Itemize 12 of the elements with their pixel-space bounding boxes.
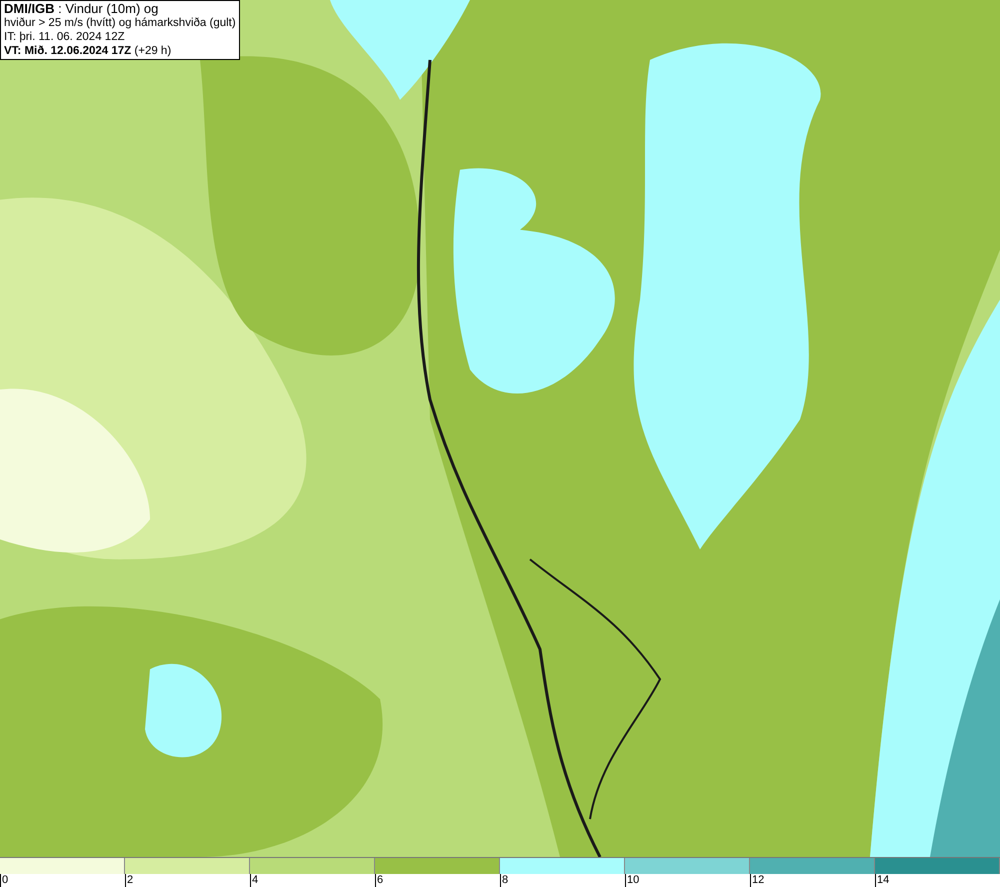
legend-tick-label: 8 <box>502 874 508 886</box>
legend-tick-label: 10 <box>627 874 640 886</box>
legend-tick-label: 12 <box>752 874 764 886</box>
legend-tick-label: 14 <box>877 874 890 886</box>
title-line: VT: Mið. 12.06.2024 17Z (+29 h) <box>4 44 172 58</box>
title-line: IT: þri. 11. 06. 2024 12Z <box>4 30 126 44</box>
legend-tick-label: 6 <box>377 874 384 886</box>
legend-tick-label: 0 <box>2 874 8 886</box>
legend-tick-label: 4 <box>252 874 258 886</box>
title-line: DMI/IGB : Vindur (10m) og <box>4 2 160 16</box>
legend-tick-label: 2 <box>127 874 134 886</box>
title-line: hviður > 25 m/s (hvítt) og hámarkshviða (gult) <box>4 16 236 30</box>
